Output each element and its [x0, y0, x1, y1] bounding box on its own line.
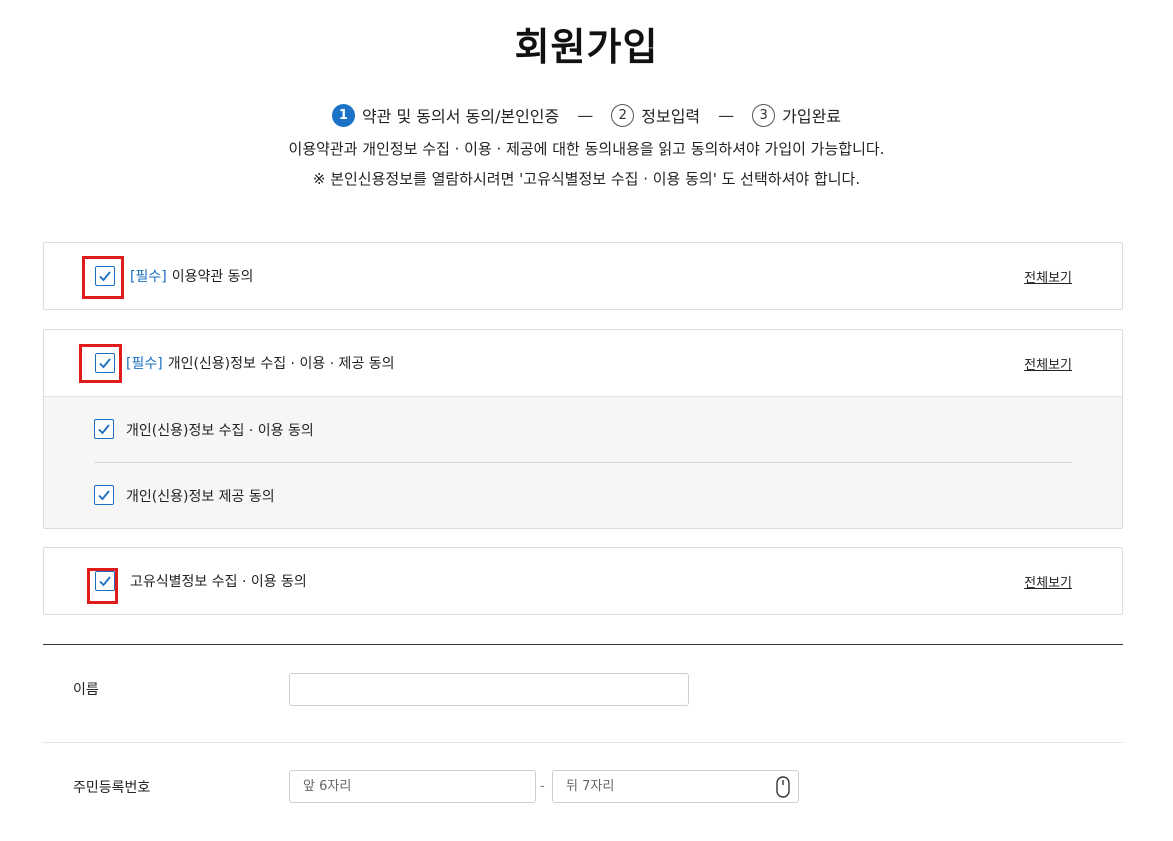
step-1: 1 약관 및 동의서 동의/본인인증	[331, 103, 560, 127]
checkbox-highlight	[87, 568, 118, 604]
collect-use-checkbox[interactable]	[94, 419, 114, 439]
name-label: 이름	[73, 682, 99, 698]
step-3-number: 3	[752, 103, 776, 127]
unique-id-view-all-link[interactable]: 전체보기	[1024, 572, 1072, 591]
page-title: 회원가입	[514, 25, 659, 69]
unique-id-label: 고유식별정보 수집 · 이용 동의	[130, 574, 307, 590]
name-input[interactable]	[289, 673, 689, 706]
step-2-number: 2	[611, 103, 635, 127]
terms-agreement-box: [필수] 이용약관 동의 전체보기	[43, 242, 1123, 310]
personal-info-label: 개인(신용)정보 수집 · 이용 · 제공 동의	[167, 356, 395, 372]
step-1-label: 약관 및 동의서 동의/본인인증	[361, 107, 560, 126]
rrn-label: 주민등록번호	[73, 780, 151, 796]
step-separator: —	[718, 105, 735, 125]
personal-info-agreement-box: [필수] 개인(신용)정보 수집 · 이용 · 제공 동의 전체보기 개인(신용)…	[43, 329, 1123, 529]
check-icon	[98, 490, 110, 501]
description-line-2: ※ 본인신용정보를 열람하시려면 '고유식별정보 수집 · 이용 동의' 도 선…	[312, 170, 861, 188]
description-line-1: 이용약관과 개인정보 수집 · 이용 · 제공에 대한 동의내용을 읽고 동의하…	[288, 140, 885, 158]
secure-keypad-icon[interactable]	[776, 776, 790, 798]
step-1-number: 1	[331, 103, 355, 127]
step-2-label: 정보입력	[641, 107, 701, 126]
personal-info-sub-items: 개인(신용)정보 수집 · 이용 동의 개인(신용)정보 제공 동의	[44, 396, 1122, 528]
form-top-divider	[43, 644, 1123, 645]
rrn-back-input[interactable]	[552, 770, 799, 803]
provide-checkbox[interactable]	[94, 485, 114, 505]
step-separator: —	[577, 105, 594, 125]
provide-label: 개인(신용)정보 제공 동의	[126, 488, 275, 505]
step-3: 3 가입완료	[752, 103, 841, 127]
required-tag: [필수]	[126, 356, 163, 372]
signup-steps: 1 약관 및 동의서 동의/본인인증 — 2 정보입력 — 3 가입완료	[0, 103, 1173, 127]
unique-id-agreement-row: 고유식별정보 수집 · 이용 동의 전체보기	[44, 548, 1122, 614]
step-2: 2 정보입력	[611, 103, 700, 127]
step-3-label: 가입완료	[782, 107, 842, 126]
required-tag: [필수]	[130, 269, 167, 285]
checkbox-highlight	[79, 344, 122, 383]
terms-agreement-row: [필수] 이용약관 동의 전체보기	[44, 243, 1122, 309]
terms-view-all-link[interactable]: 전체보기	[1024, 267, 1072, 286]
collect-use-label: 개인(신용)정보 수집 · 이용 동의	[126, 422, 314, 439]
personal-info-view-all-link[interactable]: 전체보기	[1024, 354, 1072, 373]
unique-id-agreement-box: 고유식별정보 수집 · 이용 동의 전체보기	[43, 547, 1123, 615]
rrn-dash: -	[540, 779, 545, 794]
personal-info-agreement-row: [필수] 개인(신용)정보 수집 · 이용 · 제공 동의 전체보기	[44, 330, 1122, 396]
rrn-front-input[interactable]	[289, 770, 536, 803]
check-icon	[98, 424, 110, 435]
terms-label: 이용약관 동의	[171, 269, 254, 285]
personal-info-label-wrap: [필수] 개인(신용)정보 수집 · 이용 · 제공 동의	[126, 353, 395, 373]
sub-item-collect-use: 개인(신용)정보 수집 · 이용 동의	[44, 397, 1122, 462]
checkbox-highlight	[82, 256, 124, 299]
terms-label-wrap: [필수] 이용약관 동의	[130, 266, 253, 286]
form-row-divider	[43, 742, 1123, 743]
sub-item-provide: 개인(신용)정보 제공 동의	[44, 463, 1122, 528]
